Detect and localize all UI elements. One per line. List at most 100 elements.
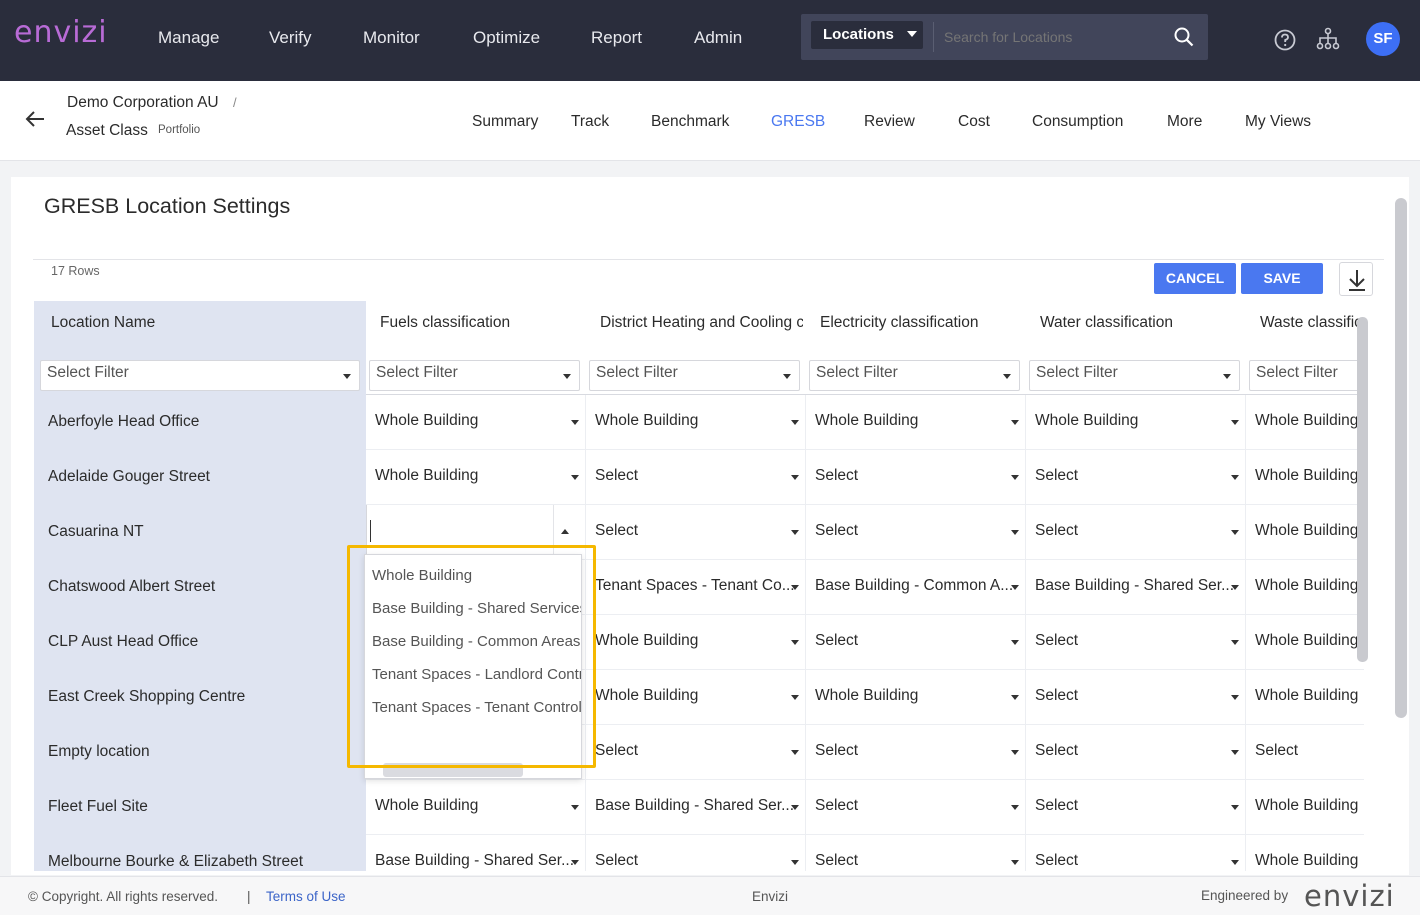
classification-cell[interactable]: Whole Building	[586, 615, 806, 670]
classification-cell[interactable]: Whole Building	[366, 395, 586, 450]
classification-cell[interactable]: Whole Building	[806, 395, 1026, 450]
nav-manage[interactable]: Manage	[158, 28, 219, 48]
filter-district-heating[interactable]: Select Filter	[589, 360, 800, 391]
help-icon[interactable]	[1274, 29, 1296, 56]
table-vertical-scrollbar[interactable]	[1356, 305, 1370, 675]
tab-summary[interactable]: Summary	[472, 113, 538, 131]
classification-cell[interactable]: Select	[1026, 725, 1246, 780]
classification-cell[interactable]: Select	[806, 505, 1026, 560]
tab-track[interactable]: Track	[571, 113, 609, 131]
nav-admin[interactable]: Admin	[694, 28, 742, 48]
download-button[interactable]	[1339, 262, 1373, 296]
location-name-cell[interactable]: Aberfoyle Head Office	[48, 413, 199, 431]
breadcrumb-group[interactable]: Asset Class	[66, 122, 148, 140]
classification-cell[interactable]: Select	[806, 615, 1026, 670]
back-arrow-icon[interactable]	[24, 109, 46, 134]
nav-monitor[interactable]: Monitor	[363, 28, 420, 48]
classification-cell[interactable]: Whole Building	[806, 670, 1026, 725]
classification-cell[interactable]: Base Building - Shared Ser...	[366, 835, 586, 871]
column-header-fuels[interactable]: Fuels classification	[380, 314, 580, 332]
column-header-water[interactable]: Water classification	[1040, 314, 1240, 332]
classification-cell[interactable]: Base Building - Shared Ser...	[586, 780, 806, 835]
column-header-waste[interactable]: Waste classification	[1260, 314, 1364, 332]
dropdown-option[interactable]: Base Building - Shared Services	[372, 600, 581, 617]
location-name-cell[interactable]: Casuarina NT	[48, 523, 144, 541]
nav-report[interactable]: Report	[591, 28, 642, 48]
location-name-cell[interactable]: Melbourne Bourke & Elizabeth Street	[48, 853, 303, 871]
classification-cell[interactable]: Select	[1026, 780, 1246, 835]
classification-cell[interactable]: Base Building - Shared Ser...	[1026, 560, 1246, 615]
search-scope-select[interactable]: Locations	[811, 21, 923, 49]
tab-cost[interactable]: Cost	[958, 113, 990, 131]
scrollbar-thumb[interactable]	[1395, 198, 1407, 718]
classification-cell[interactable]: Select	[1026, 615, 1246, 670]
filter-electricity[interactable]: Select Filter	[809, 360, 1020, 391]
classification-cell[interactable]: Whole Building	[1026, 395, 1246, 450]
classification-cell[interactable]: Select	[1026, 505, 1246, 560]
location-name-cell[interactable]: CLP Aust Head Office	[48, 633, 198, 651]
classification-cell[interactable]: Whole Building	[1246, 780, 1364, 835]
dropdown-option[interactable]: Whole Building	[372, 567, 472, 584]
cancel-button[interactable]: CANCEL	[1154, 263, 1236, 294]
classification-cell[interactable]: Select	[806, 780, 1026, 835]
filter-fuels[interactable]: Select Filter	[369, 360, 580, 391]
dropdown-option[interactable]: Base Building - Common Areas	[372, 633, 580, 650]
location-name-cell[interactable]: East Creek Shopping Centre	[48, 688, 245, 706]
classification-cell[interactable]: Select	[806, 450, 1026, 505]
tab-benchmark[interactable]: Benchmark	[651, 113, 729, 131]
filter-waste[interactable]: Select Filter	[1249, 360, 1364, 391]
classification-cell[interactable]: Select	[586, 505, 806, 560]
dropdown-horizontal-scrollbar[interactable]	[383, 763, 523, 777]
classification-cell[interactable]: Select	[806, 725, 1026, 780]
classification-cell[interactable]: Base Building - Common A...	[806, 560, 1026, 615]
tab-consumption[interactable]: Consumption	[1032, 113, 1123, 131]
breadcrumb-organization[interactable]: Demo Corporation AU	[67, 94, 219, 112]
classification-cell[interactable]: Whole Building	[1246, 615, 1364, 670]
classification-cell[interactable]: Select	[586, 835, 806, 871]
classification-cell[interactable]: Select	[1026, 835, 1246, 871]
tab-more[interactable]: More	[1167, 113, 1202, 131]
envizi-logo[interactable]: envizi	[14, 15, 108, 50]
column-header-electricity[interactable]: Electricity classification	[820, 314, 1020, 332]
classification-cell[interactable]: Whole Building	[1246, 450, 1364, 505]
classification-cell[interactable]: Select	[1246, 725, 1364, 780]
dropdown-option[interactable]: Tenant Spaces - Landlord Controlled	[372, 666, 581, 683]
classification-cell[interactable]: Select	[586, 450, 806, 505]
filter-water[interactable]: Select Filter	[1029, 360, 1240, 391]
location-name-cell[interactable]: Chatswood Albert Street	[48, 578, 215, 596]
terms-of-use-link[interactable]: Terms of Use	[266, 889, 346, 904]
classification-cell[interactable]	[366, 505, 586, 560]
location-name-cell[interactable]: Fleet Fuel Site	[48, 798, 148, 816]
nav-verify[interactable]: Verify	[269, 28, 312, 48]
classification-cell[interactable]: Whole Building	[1246, 835, 1364, 871]
column-header-district-heating[interactable]: District Heating and Cooling classificat…	[600, 314, 803, 332]
classification-cell[interactable]: Whole Building	[1246, 395, 1364, 450]
tab-gresb[interactable]: GRESB	[771, 113, 825, 131]
tab-review[interactable]: Review	[864, 113, 915, 131]
hierarchy-icon[interactable]	[1316, 27, 1340, 56]
filter-location-name[interactable]: Select Filter	[40, 360, 360, 391]
classification-cell[interactable]: Whole Building	[366, 780, 586, 835]
chevron-up-icon[interactable]	[561, 529, 569, 534]
location-name-cell[interactable]: Empty location	[48, 743, 150, 761]
classification-cell[interactable]: Tenant Spaces - Tenant Co...	[586, 560, 806, 615]
tab-my-views[interactable]: My Views	[1245, 113, 1311, 131]
classification-cell[interactable]: Whole Building	[366, 450, 586, 505]
classification-cell[interactable]: Whole Building	[586, 670, 806, 725]
classification-cell[interactable]: Whole Building	[1246, 505, 1364, 560]
classification-cell[interactable]: Select	[806, 835, 1026, 871]
nav-optimize[interactable]: Optimize	[473, 28, 540, 48]
classification-cell[interactable]: Whole Building	[1246, 670, 1364, 725]
search-icon[interactable]	[1174, 27, 1194, 52]
user-avatar[interactable]: SF	[1366, 22, 1400, 56]
classification-cell[interactable]: Select	[586, 725, 806, 780]
location-name-cell[interactable]: Adelaide Gouger Street	[48, 468, 210, 486]
dropdown-option[interactable]: Tenant Spaces - Tenant Controlled	[372, 699, 581, 716]
search-input[interactable]	[933, 22, 1163, 52]
classification-cell[interactable]: Whole Building	[1246, 560, 1364, 615]
scrollbar-thumb[interactable]	[1357, 317, 1368, 662]
classification-cell[interactable]: Select	[1026, 670, 1246, 725]
save-button[interactable]: SAVE	[1241, 263, 1323, 294]
classification-cell[interactable]: Whole Building	[586, 395, 806, 450]
page-vertical-scrollbar[interactable]	[1393, 183, 1410, 868]
